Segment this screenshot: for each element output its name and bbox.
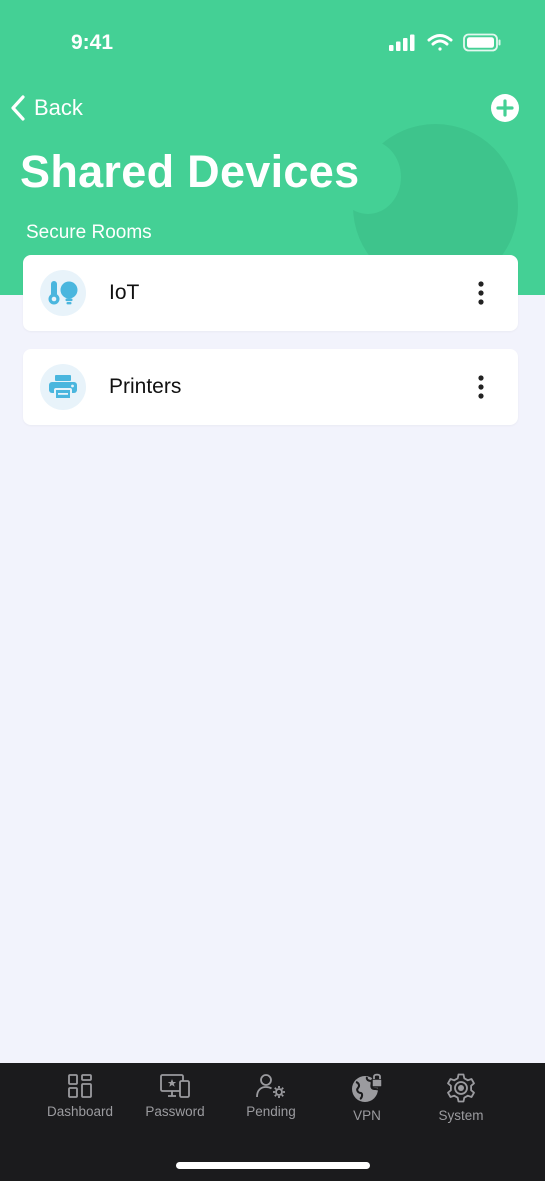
- room-label: IoT: [109, 281, 140, 304]
- vpn-icon: [352, 1073, 383, 1102]
- tab-label: System: [438, 1108, 484, 1123]
- plus-circle-icon: [491, 94, 519, 122]
- password-icon: [160, 1074, 190, 1098]
- section-label: Secure Rooms: [26, 222, 152, 243]
- add-button[interactable]: [491, 94, 519, 122]
- home-indicator: [176, 1162, 370, 1169]
- more-vertical-icon: [478, 375, 484, 399]
- room-label: Printers: [109, 375, 182, 398]
- tab-dashboard[interactable]: Dashboard: [35, 1073, 125, 1133]
- dashboard-icon: [68, 1074, 92, 1098]
- iot-icon: [40, 270, 86, 316]
- status-time: 9:41: [71, 31, 114, 54]
- pending-icon: [256, 1074, 285, 1098]
- tab-label: VPN: [353, 1108, 381, 1123]
- room-card-printers[interactable]: Printers: [23, 349, 518, 425]
- more-vertical-icon: [478, 281, 484, 305]
- chevron-left-icon: [11, 95, 25, 121]
- system-icon: [447, 1073, 475, 1103]
- back-button[interactable]: Back: [10, 94, 83, 122]
- tab-bar: Dashboard Password Pending VPN System: [0, 1063, 545, 1181]
- tab-label: Password: [145, 1104, 205, 1119]
- tab-password[interactable]: Password: [130, 1073, 220, 1133]
- tab-vpn[interactable]: VPN: [322, 1073, 412, 1133]
- more-options-button[interactable]: [466, 273, 496, 313]
- tab-label: Dashboard: [46, 1104, 114, 1119]
- tab-label: Pending: [246, 1104, 296, 1119]
- signal-icon: [389, 34, 415, 51]
- page-title: Shared Devices: [20, 146, 360, 197]
- printer-icon: [40, 364, 86, 410]
- more-options-button[interactable]: [466, 367, 496, 407]
- header: 9:41 Back Shared Devices Secure Rooms: [0, 0, 545, 295]
- status-icons: [388, 32, 502, 59]
- tab-pending[interactable]: Pending: [226, 1073, 316, 1133]
- room-card-iot[interactable]: IoT: [23, 255, 518, 331]
- tab-system[interactable]: System: [416, 1073, 506, 1133]
- back-label: Back: [34, 95, 83, 120]
- battery-icon: [463, 33, 501, 52]
- wifi-icon: [427, 34, 453, 51]
